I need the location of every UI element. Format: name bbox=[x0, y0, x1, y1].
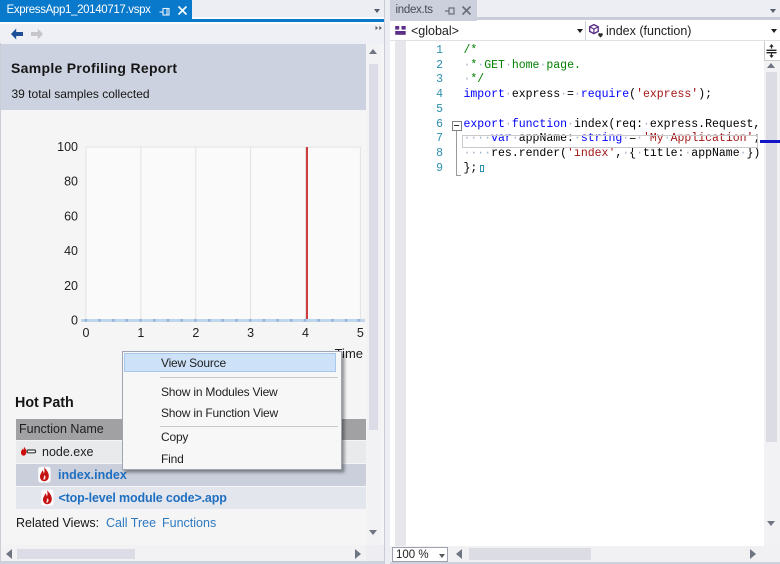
svg-text:20: 20 bbox=[64, 279, 78, 293]
svg-text:60: 60 bbox=[64, 209, 78, 223]
svg-text:4: 4 bbox=[302, 326, 309, 340]
svg-text:5: 5 bbox=[357, 326, 364, 340]
svg-text:1: 1 bbox=[137, 326, 144, 340]
svg-text:2: 2 bbox=[192, 326, 199, 340]
svg-text:3: 3 bbox=[247, 326, 254, 340]
svg-text:80: 80 bbox=[64, 175, 78, 189]
svg-text:40: 40 bbox=[64, 244, 78, 258]
svg-text:0: 0 bbox=[71, 314, 78, 328]
svg-text:100: 100 bbox=[57, 140, 78, 154]
svg-text:0: 0 bbox=[83, 326, 90, 340]
